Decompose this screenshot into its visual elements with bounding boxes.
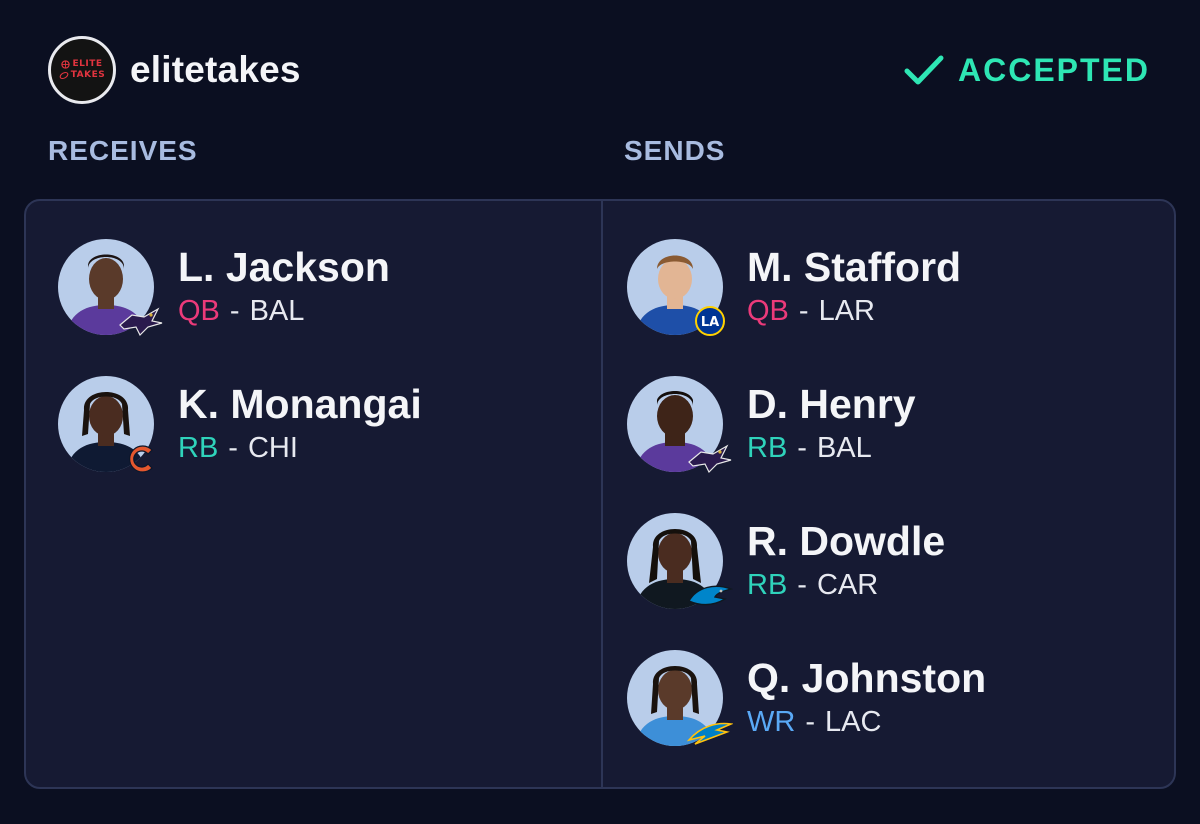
separator: - [228, 432, 238, 464]
player-row[interactable]: K. Monangai RB - CHI [58, 376, 422, 513]
panthers-logo-icon [688, 585, 733, 606]
ravens-logo-icon [688, 444, 732, 474]
sends-label: SENDS [624, 135, 726, 166]
separator: - [797, 432, 807, 464]
player-row[interactable]: R. Dowdle RB - CAR [627, 513, 986, 650]
chargers-logo-icon [687, 722, 733, 745]
user-info[interactable]: ELITE TAKES elitetakes [48, 36, 301, 104]
player-team: CAR [816, 569, 879, 601]
trade-header: ELITE TAKES elitetakes ACCEPTED [48, 34, 1150, 106]
receives-label: RECEIVES [48, 135, 198, 166]
trade-card: ELITE TAKES elitetakes ACCEPTED RECEIVES… [0, 0, 1200, 824]
player-name: D. Henry [747, 381, 916, 427]
player-name: R. Dowdle [747, 518, 946, 564]
player-position: RB [178, 432, 219, 464]
player-team: LAR [818, 295, 875, 327]
player-row[interactable]: Q. Johnston WR - LAC [627, 650, 986, 787]
separator: - [805, 706, 815, 738]
basketball-icon [61, 60, 71, 69]
sends-list: LA M. Stafford QB - LAR D. Henry RB - BA… [627, 239, 986, 787]
player-position: WR [747, 706, 796, 738]
svg-text:LA: LA [701, 315, 719, 330]
separator: - [798, 295, 809, 327]
player-name: L. Jackson [178, 244, 390, 290]
status-badge: ACCEPTED [904, 52, 1150, 89]
brand-avatar[interactable]: ELITE TAKES [48, 36, 116, 104]
football-icon [59, 71, 69, 80]
trade-panel: L. Jackson QB - BAL K. Monangai RB - CHI… [24, 199, 1176, 789]
brand-line-1: ELITE [72, 59, 103, 69]
player-name: Q. Johnston [747, 655, 987, 701]
player-row[interactable]: LA M. Stafford QB - LAR [627, 239, 986, 376]
rams-logo-icon: LA [695, 306, 725, 336]
player-position: QB [178, 295, 220, 327]
column-divider [601, 201, 603, 787]
status-text: ACCEPTED [957, 51, 1150, 88]
receives-list: L. Jackson QB - BAL K. Monangai RB - CHI [58, 239, 422, 513]
player-row[interactable]: L. Jackson QB - BAL [58, 239, 422, 376]
player-position: QB [747, 295, 789, 327]
player-name: M. Stafford [747, 244, 962, 290]
ravens-logo-icon [119, 307, 163, 337]
player-name: K. Monangai [178, 381, 422, 427]
bears-logo-icon [129, 445, 153, 473]
player-team: BAL [816, 432, 872, 464]
player-team: CHI [247, 432, 298, 464]
player-row[interactable]: D. Henry RB - BAL [627, 376, 986, 513]
username[interactable]: elitetakes [130, 49, 301, 91]
brand-line-2: TAKES [70, 70, 106, 80]
player-team: BAL [249, 295, 305, 327]
separator: - [797, 569, 807, 601]
player-team: LAC [825, 706, 882, 738]
separator: - [229, 295, 240, 327]
checkmark-icon [904, 55, 944, 85]
player-position: RB [747, 432, 788, 464]
player-position: RB [747, 569, 788, 601]
